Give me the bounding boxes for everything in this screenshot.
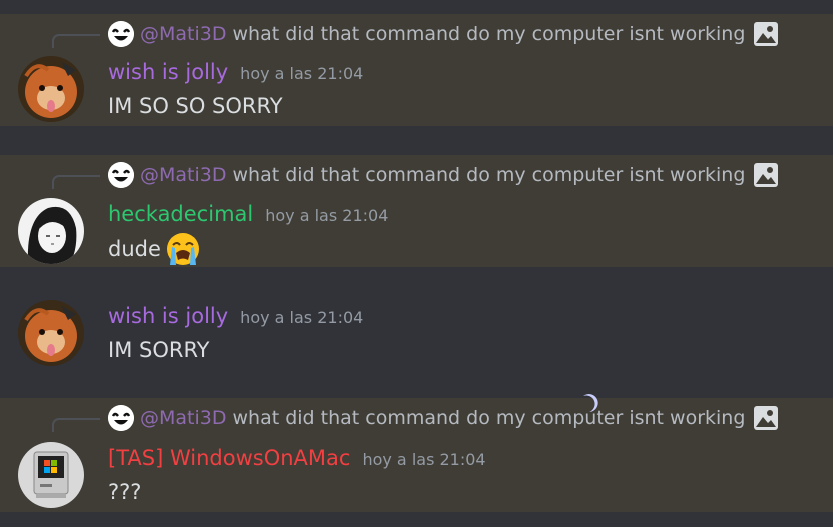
reply-connector xyxy=(52,34,100,48)
username[interactable]: wish is jolly xyxy=(108,60,228,84)
avatar[interactable] xyxy=(18,300,84,366)
reply-preview[interactable]: @Mati3D what did that command do my comp… xyxy=(108,404,779,432)
loading-spinner-icon xyxy=(583,394,598,412)
message-header: [TAS] WindowsOnAMac hoy a las 21:04 xyxy=(108,446,486,470)
timestamp[interactable]: hoy a las 21:04 xyxy=(240,64,363,83)
reply-text[interactable]: what did that command do my computer isn… xyxy=(232,164,745,186)
username[interactable]: wish is jolly xyxy=(108,304,228,328)
reply-preview[interactable]: @Mati3D what did that command do my comp… xyxy=(108,20,779,48)
reply-preview[interactable]: @Mati3D what did that command do my comp… xyxy=(108,161,779,189)
message-content: IM SORRY xyxy=(108,338,210,362)
reply-mention[interactable]: @Mati3D xyxy=(140,23,226,45)
message-header: wish is jolly hoy a las 21:04 xyxy=(108,60,363,84)
reply-connector xyxy=(52,175,100,189)
avatar[interactable] xyxy=(18,56,84,122)
message-text: dude xyxy=(108,237,161,261)
message-4[interactable]: @Mati3D what did that command do my comp… xyxy=(0,398,833,512)
reply-avatar xyxy=(108,162,134,188)
image-icon xyxy=(753,21,779,47)
message-header: wish is jolly hoy a las 21:04 xyxy=(108,304,363,328)
reply-mention[interactable]: @Mati3D xyxy=(140,407,226,429)
image-icon xyxy=(753,162,779,188)
reply-text[interactable]: what did that command do my computer isn… xyxy=(232,23,745,45)
message-3[interactable]: wish is jolly hoy a las 21:04 IM SORRY xyxy=(0,268,833,396)
reply-avatar xyxy=(108,21,134,47)
reply-text[interactable]: what did that command do my computer isn… xyxy=(232,407,745,429)
reply-avatar xyxy=(108,405,134,431)
username[interactable]: heckadecimal xyxy=(108,202,253,226)
message-content: IM SO SO SORRY xyxy=(108,94,283,118)
image-icon xyxy=(753,405,779,431)
loudly-crying-face-emoji[interactable] xyxy=(165,231,201,267)
timestamp[interactable]: hoy a las 21:04 xyxy=(240,308,363,327)
timestamp[interactable]: hoy a las 21:04 xyxy=(362,450,485,469)
message-content: dude xyxy=(108,231,201,267)
message-2[interactable]: @Mati3D what did that command do my comp… xyxy=(0,155,833,267)
message-content: ??? xyxy=(108,480,142,504)
reply-connector xyxy=(52,418,100,432)
username[interactable]: [TAS] WindowsOnAMac xyxy=(108,446,350,470)
message-header: heckadecimal hoy a las 21:04 xyxy=(108,202,388,226)
top-divider xyxy=(0,0,833,14)
timestamp[interactable]: hoy a las 21:04 xyxy=(265,206,388,225)
message-1[interactable]: @Mati3D what did that command do my comp… xyxy=(0,14,833,126)
reply-mention[interactable]: @Mati3D xyxy=(140,164,226,186)
avatar[interactable] xyxy=(18,442,84,508)
avatar[interactable] xyxy=(18,198,84,264)
